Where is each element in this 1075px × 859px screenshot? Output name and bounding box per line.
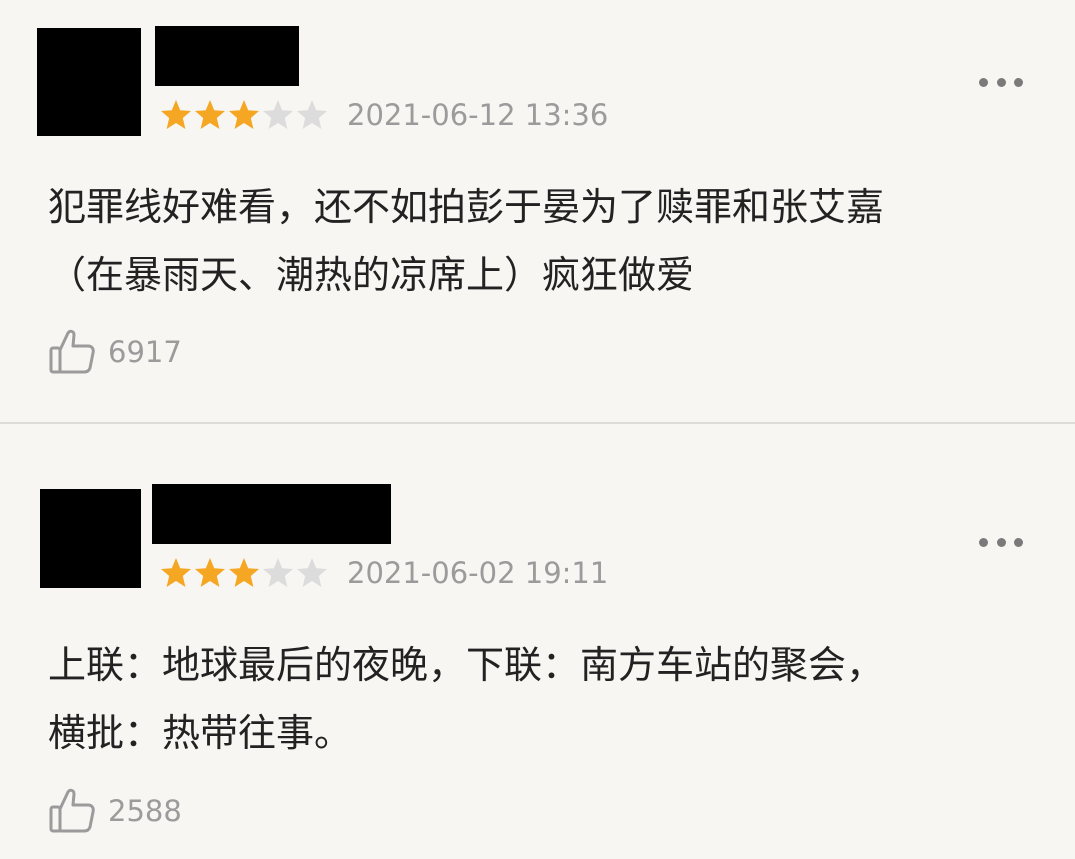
like-count: 2588 <box>108 794 182 828</box>
more-dots-icon <box>979 537 988 547</box>
review-content: 上联：地球最后的夜晚，下联：南方车站的聚会， 横批：热带往事。 <box>48 643 885 755</box>
username-redacted[interactable] <box>155 26 299 86</box>
review-item: 2021-06-12 13:36 犯罪线好难看，还不如拍彭于晏为了赎罪和张艾嘉 … <box>0 0 1075 423</box>
more-dots-icon <box>1014 77 1023 87</box>
star-empty-icon <box>263 558 293 587</box>
more-dots-icon <box>979 77 988 87</box>
more-options-button[interactable] <box>979 527 1023 557</box>
star-empty-icon <box>297 100 327 129</box>
review-timestamp: 2021-06-02 19:11 <box>347 556 609 590</box>
star-filled-icon <box>195 558 225 587</box>
like-button[interactable]: 6917 <box>48 327 182 377</box>
more-options-button[interactable] <box>979 67 1023 97</box>
more-dots-icon <box>996 537 1006 547</box>
review-item: 2021-06-02 19:11 上联：地球最后的夜晚，下联：南方车站的聚会， … <box>0 424 1075 859</box>
rating-row: 2021-06-12 13:36 <box>159 97 608 133</box>
star-rating <box>159 555 329 591</box>
star-filled-icon <box>161 558 191 587</box>
review-timestamp: 2021-06-12 13:36 <box>347 98 609 132</box>
like-count: 6917 <box>108 335 182 369</box>
star-filled-icon <box>229 558 259 587</box>
star-filled-icon <box>161 100 191 129</box>
avatar[interactable] <box>40 489 141 588</box>
thumbs-up-icon <box>49 329 95 374</box>
rating-row: 2021-06-02 19:11 <box>159 555 608 591</box>
like-button[interactable]: 2588 <box>48 786 182 836</box>
more-dots-icon <box>1014 537 1023 547</box>
username-redacted[interactable] <box>152 484 391 544</box>
star-filled-icon <box>229 100 259 129</box>
avatar[interactable] <box>37 28 141 136</box>
review-content: 犯罪线好难看，还不如拍彭于晏为了赎罪和张艾嘉 （在暴雨天、潮热的凉席上）疯狂做爱 <box>48 185 885 297</box>
star-empty-icon <box>297 558 327 587</box>
star-rating <box>159 97 329 133</box>
thumbs-up-icon <box>49 788 95 833</box>
star-empty-icon <box>263 100 293 129</box>
more-dots-icon <box>996 77 1006 87</box>
star-filled-icon <box>195 100 225 129</box>
